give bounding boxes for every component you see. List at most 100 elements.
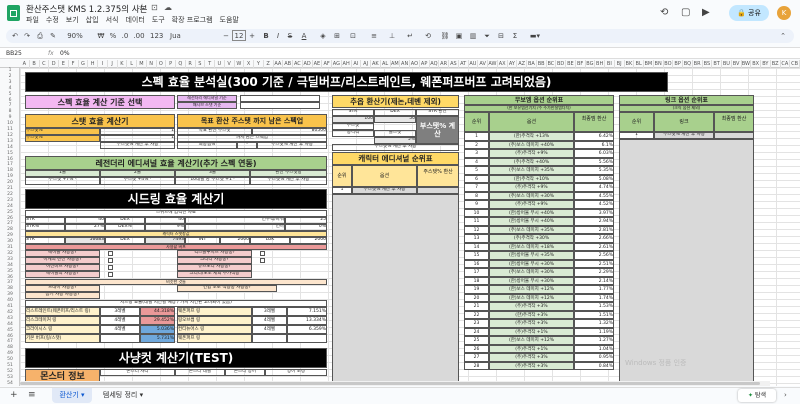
column-header[interactable]: BQ [683, 60, 693, 68]
column-header[interactable]: BC [547, 60, 557, 68]
chart-icon[interactable]: ▥ [468, 29, 478, 43]
undo-icon[interactable]: ↶ [10, 29, 20, 43]
row-header[interactable]: 21 [0, 186, 20, 191]
row-header[interactable]: 27 [0, 221, 20, 226]
checkbox-5[interactable] [260, 251, 265, 256]
row-header[interactable]: 46 [0, 334, 20, 339]
row-header[interactable]: 23 [0, 198, 20, 203]
row-header[interactable]: 38 [0, 286, 20, 291]
share-button[interactable]: 🔒 공유 [729, 5, 769, 21]
column-header[interactable]: AA [274, 60, 284, 68]
row-header[interactable]: 16 [0, 157, 20, 162]
seed-check2-3[interactable]: 흡기 사용 사용중? [25, 292, 100, 299]
row-header[interactable]: 12 [0, 133, 20, 138]
stat-main-value[interactable]: 1 [100, 128, 175, 135]
seed-check-7[interactable]: 유즈노리 사용중? [177, 264, 252, 271]
column-header[interactable]: X [244, 60, 254, 68]
column-header[interactable]: V [225, 60, 235, 68]
column-header[interactable]: K [118, 60, 128, 68]
row-header[interactable]: 43 [0, 316, 20, 321]
number-format-button[interactable]: 123 [150, 29, 163, 43]
row-header[interactable]: 39 [0, 292, 20, 297]
column-header[interactable]: BL [634, 60, 644, 68]
history-icon[interactable]: ⟲ [660, 7, 668, 18]
column-header[interactable]: BJ [615, 60, 625, 68]
row-header[interactable]: 4 [0, 86, 20, 91]
row-header[interactable]: 49 [0, 351, 20, 356]
seed-check-8[interactable]: 크리티/노도 제외 추가적용 [177, 271, 252, 278]
column-header[interactable]: AB [283, 60, 293, 68]
font-size-input[interactable]: 12 [232, 30, 246, 41]
row-header[interactable]: 19 [0, 174, 20, 179]
seed-stat-str[interactable]: 56683 [65, 237, 105, 244]
column-header[interactable]: BA [527, 60, 537, 68]
column-header[interactable]: BU [722, 60, 732, 68]
tab-dropdown-icon[interactable]: ▾ [140, 391, 144, 399]
decimal-more-button[interactable]: .00 [132, 29, 146, 43]
tab-second[interactable]: 템세팅 정리 ▾ [97, 388, 149, 403]
sheets-logo-icon[interactable] [7, 5, 20, 21]
row-header[interactable]: 3 [0, 80, 20, 85]
add-val-dex[interactable]: 50 [374, 116, 416, 123]
seed-val2-2[interactable]: 9% [145, 224, 185, 231]
wrap-icon[interactable]: ↵ [404, 29, 416, 43]
seed-val-2[interactable]: 40 [145, 217, 185, 224]
row-header[interactable]: 33 [0, 257, 20, 262]
side-panel-toggle-icon[interactable]: › [784, 391, 787, 399]
column-header[interactable]: AQ [430, 60, 440, 68]
collapse-toolbar-icon[interactable]: ⌃ [778, 29, 788, 43]
row-header[interactable]: 41 [0, 304, 20, 309]
row-header[interactable]: 54 [0, 381, 20, 386]
strikethrough-icon[interactable]: S [286, 29, 294, 43]
column-header[interactable]: CB [790, 60, 800, 68]
column-header[interactable]: BR [693, 60, 703, 68]
row-header[interactable]: 7 [0, 103, 20, 108]
cell-reference[interactable]: BB25 [6, 50, 22, 57]
column-header[interactable]: AC [293, 60, 303, 68]
menu-format[interactable]: 서식 [106, 16, 119, 24]
column-header[interactable]: AU [469, 60, 479, 68]
row-header[interactable]: 18 [0, 168, 20, 173]
row-header[interactable]: 34 [0, 263, 20, 268]
column-header[interactable]: C [40, 60, 50, 68]
column-header[interactable]: Y [254, 60, 264, 68]
seed-val2-1[interactable]: 27% [65, 224, 105, 231]
star-icon[interactable]: ☆ [138, 3, 146, 13]
column-header[interactable]: F [69, 60, 79, 68]
checkbox-3[interactable] [108, 265, 113, 270]
column-header[interactable]: AO [410, 60, 420, 68]
column-header[interactable]: R [186, 60, 196, 68]
column-header[interactable]: BV [732, 60, 742, 68]
column-header[interactable]: AG [332, 60, 342, 68]
insert-comment-icon[interactable]: ▣ [454, 29, 464, 43]
row-header[interactable]: 25 [0, 210, 20, 215]
row-header[interactable]: 28 [0, 227, 20, 232]
seed-row-lv[interactable]: 4레벨 [100, 325, 140, 334]
explore-button[interactable]: ✦ 탐색 [738, 389, 776, 402]
seed-val2-3[interactable]: 0% [285, 224, 327, 231]
menu-edit[interactable]: 수정 [46, 16, 59, 24]
menu-insert[interactable]: 삽입 [86, 16, 99, 24]
row-header[interactable]: 35 [0, 269, 20, 274]
column-header[interactable]: J [108, 60, 118, 68]
row-header[interactable]: 36 [0, 275, 20, 280]
seed-check-2[interactable]: 이계의 잔산 사용중? [25, 257, 100, 264]
column-header[interactable]: AT [459, 60, 469, 68]
cloud-status-icon[interactable]: ☁ [164, 3, 172, 12]
filter-icon[interactable]: ⏷ [482, 29, 492, 43]
align-icon[interactable]: ≡ [368, 29, 380, 43]
column-header[interactable]: BB [537, 60, 547, 68]
row-header[interactable]: 29 [0, 233, 20, 238]
tab-dropdown-icon[interactable]: ▾ [81, 391, 85, 399]
percent-button[interactable]: % [108, 29, 118, 43]
checkbox-6[interactable] [260, 258, 265, 263]
checkbox-2[interactable] [108, 258, 113, 263]
row-header[interactable]: 45 [0, 328, 20, 333]
seed-stat-int[interactable]: 2000 [220, 237, 250, 244]
column-header[interactable]: Q [176, 60, 186, 68]
checkbox-4[interactable] [108, 272, 113, 277]
column-header[interactable]: G [79, 60, 89, 68]
stat-sub-value[interactable]: 1 [100, 135, 175, 142]
bold-icon[interactable]: B [262, 29, 270, 43]
column-header[interactable]: BK [625, 60, 635, 68]
